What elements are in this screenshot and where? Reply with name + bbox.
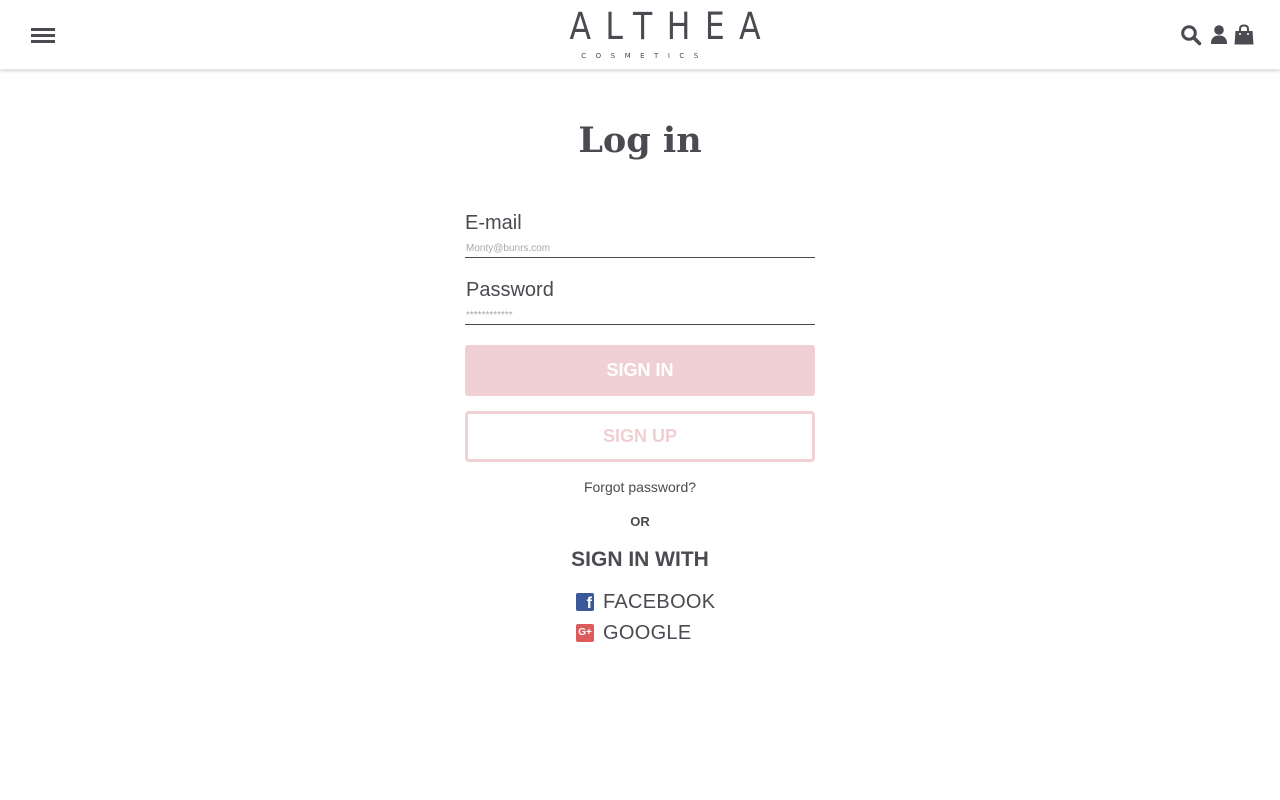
facebook-icon: f: [576, 593, 594, 612]
forgot-password-link[interactable]: Forgot password?: [584, 479, 696, 495]
logo-tagline: COSMETICS: [581, 52, 708, 60]
email-field: E-mail: [465, 210, 815, 258]
forgot-password-row: Forgot password?: [0, 479, 1280, 495]
google-signin-link[interactable]: G+ GOOGLE: [576, 621, 692, 645]
google-plus-icon: G+: [576, 624, 594, 642]
site-header: ALTHEA COSMETICS: [0, 0, 1280, 70]
password-field: Password: [465, 277, 815, 325]
user-icon[interactable]: [1208, 24, 1230, 46]
facebook-icon-glyph: f: [586, 595, 592, 612]
or-divider: OR: [630, 514, 650, 529]
brand-logo[interactable]: ALTHEA COSMETICS: [540, 5, 776, 64]
social-signin-heading: SIGN IN WITH: [571, 548, 709, 571]
search-icon[interactable]: [1180, 24, 1202, 46]
page-title: Log in: [578, 120, 702, 161]
shopping-bag-icon[interactable]: [1233, 24, 1255, 46]
facebook-signin-link[interactable]: f FACEBOOK: [576, 590, 715, 614]
password-input[interactable]: [466, 308, 806, 322]
google-icon-glyph: G+: [578, 627, 592, 638]
email-label: E-mail: [465, 212, 522, 234]
google-label: GOOGLE: [603, 621, 692, 644]
password-label: Password: [466, 279, 554, 301]
facebook-label: FACEBOOK: [603, 590, 716, 613]
sign-up-button[interactable]: SIGN UP: [465, 411, 815, 462]
logo-wordmark: ALTHEA: [569, 5, 776, 48]
sign-in-button[interactable]: SIGN IN: [465, 345, 815, 396]
menu-icon[interactable]: [31, 26, 55, 44]
email-input[interactable]: [466, 241, 806, 255]
